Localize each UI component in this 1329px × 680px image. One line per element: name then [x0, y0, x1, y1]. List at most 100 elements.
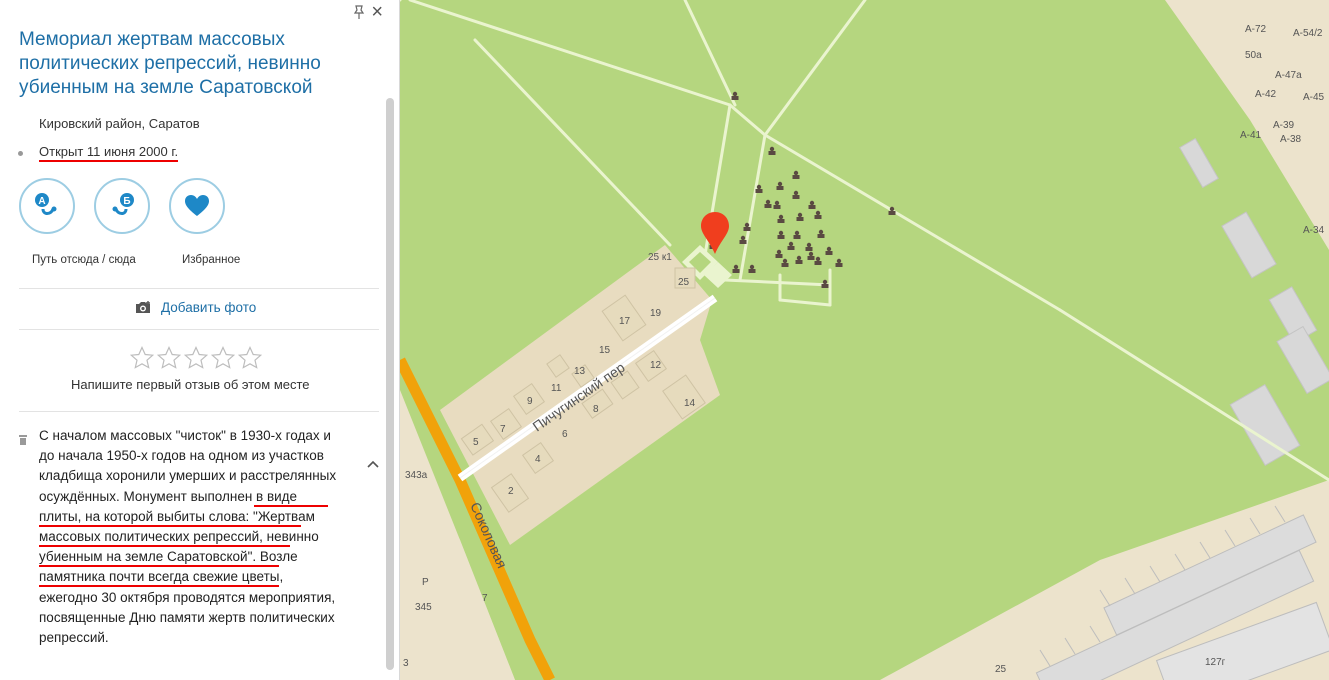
close-button[interactable]: ×: [371, 2, 383, 22]
grave-icon: [749, 264, 755, 270]
building-label: А-47а: [1275, 70, 1302, 81]
divider: [19, 329, 379, 330]
grave-icon: [793, 170, 799, 176]
star-icon[interactable]: [184, 346, 208, 370]
route-to-button[interactable]: Б: [94, 178, 150, 234]
star-icon[interactable]: [130, 346, 154, 370]
route-to-letter: Б: [123, 196, 130, 207]
highlight-underline: [254, 505, 328, 507]
grave-icon: [792, 175, 800, 179]
grave-icon: [797, 212, 803, 218]
highlight-underline: [39, 545, 290, 547]
rating-stars: [130, 346, 262, 370]
grave-icon: [818, 229, 824, 235]
opened-date: Открыт 11 июня 2000 г.: [39, 144, 179, 162]
building-label: 14: [684, 398, 696, 409]
building-label: 12: [650, 360, 662, 371]
route-from-letter: А: [38, 196, 45, 207]
grave-icon: [781, 263, 789, 267]
building-label: 9: [527, 396, 533, 407]
info-icon: [19, 435, 27, 445]
building-label: 25: [995, 664, 1007, 675]
highlight-underline: [39, 565, 279, 567]
divider: [19, 411, 379, 412]
pin-icon[interactable]: [353, 5, 365, 19]
grave-icon: [815, 210, 821, 216]
grave-icon: [836, 258, 842, 264]
grave-icon: [825, 251, 833, 255]
grave-icon: [748, 269, 756, 273]
grave-icon: [826, 246, 832, 252]
place-address: Кировский район, Саратов: [39, 116, 200, 131]
building-label: А-54/2: [1293, 28, 1323, 39]
grave-icon: [805, 247, 813, 251]
grave-icon: [889, 206, 895, 212]
grave-icon: [796, 217, 804, 221]
route-from-button[interactable]: А: [19, 178, 75, 234]
building-label: 8: [593, 404, 599, 415]
favorite-label: Избранное: [182, 254, 241, 266]
camera-icon: [136, 301, 150, 313]
map[interactable]: 25 к1 25 17 19 15 13 12 11 9 7 8 6 5 4 2…: [400, 0, 1329, 680]
star-icon[interactable]: [238, 346, 262, 370]
grave-icon: [732, 91, 738, 97]
place-title: Мемориал жертвам массовых политических р…: [19, 29, 321, 98]
route-to-icon: Б: [112, 193, 134, 215]
scrollbar[interactable]: [386, 98, 394, 670]
building-label: 343а: [405, 470, 428, 481]
grave-icon: [809, 200, 815, 206]
grave-icon: [756, 184, 762, 190]
building-label: 3: [403, 658, 409, 669]
grave-icon: [778, 230, 784, 236]
star-icon[interactable]: [211, 346, 235, 370]
grave-icon: [814, 215, 822, 219]
building-label: 15: [599, 345, 611, 356]
highlight-underline: [39, 525, 301, 527]
grave-icon: [777, 235, 785, 239]
grave-icon: [755, 189, 763, 193]
building-label: 6: [562, 429, 568, 440]
building-label: 19: [650, 308, 662, 319]
grave-icon: [733, 264, 739, 270]
grave-icon: [765, 199, 771, 205]
chevron-up-icon[interactable]: [366, 459, 380, 469]
grave-icon: [739, 240, 747, 244]
building-label: 2: [508, 486, 514, 497]
building-label: 25: [678, 277, 690, 288]
route-from-icon: А: [35, 193, 57, 215]
grave-icon: [774, 200, 780, 206]
building-label: А-34: [1303, 225, 1325, 236]
star-icon[interactable]: [157, 346, 181, 370]
place-card: × Мемориал жертвам массовых политических…: [0, 0, 400, 680]
grave-icon: [835, 263, 843, 267]
grave-icon: [817, 234, 825, 238]
grave-icon: [814, 261, 822, 265]
building-label: 345: [415, 602, 432, 613]
building-label: 4: [535, 454, 541, 465]
highlight-underline: [39, 585, 279, 587]
review-prompt[interactable]: Напишите первый отзыв об этом месте: [71, 377, 310, 392]
building-label: 17: [619, 316, 631, 327]
grave-icon: [794, 230, 800, 236]
building-label: Р: [422, 577, 429, 588]
grave-icon: [822, 279, 828, 285]
favorite-button[interactable]: [169, 178, 225, 234]
grave-icon: [807, 256, 815, 260]
grave-icon: [764, 204, 772, 208]
heart-icon: [185, 195, 209, 216]
description: С началом массовых "чисток" в 1930-х год…: [39, 426, 339, 648]
building-label: А-72: [1245, 24, 1267, 35]
building-label: А-45: [1303, 92, 1325, 103]
grave-icon: [778, 214, 784, 220]
grave-icon: [743, 227, 751, 231]
building-label: 13: [574, 366, 586, 377]
building-label: А-39: [1273, 120, 1295, 131]
grave-icon: [787, 246, 795, 250]
building-label: 127г: [1205, 657, 1226, 668]
building-label: 5: [473, 437, 479, 448]
grave-icon: [776, 186, 784, 190]
add-photo-button[interactable]: Добавить фото: [135, 300, 256, 315]
building-label: А-41: [1240, 130, 1262, 141]
building-label: 7: [482, 593, 488, 604]
building-label: 50а: [1245, 50, 1262, 61]
